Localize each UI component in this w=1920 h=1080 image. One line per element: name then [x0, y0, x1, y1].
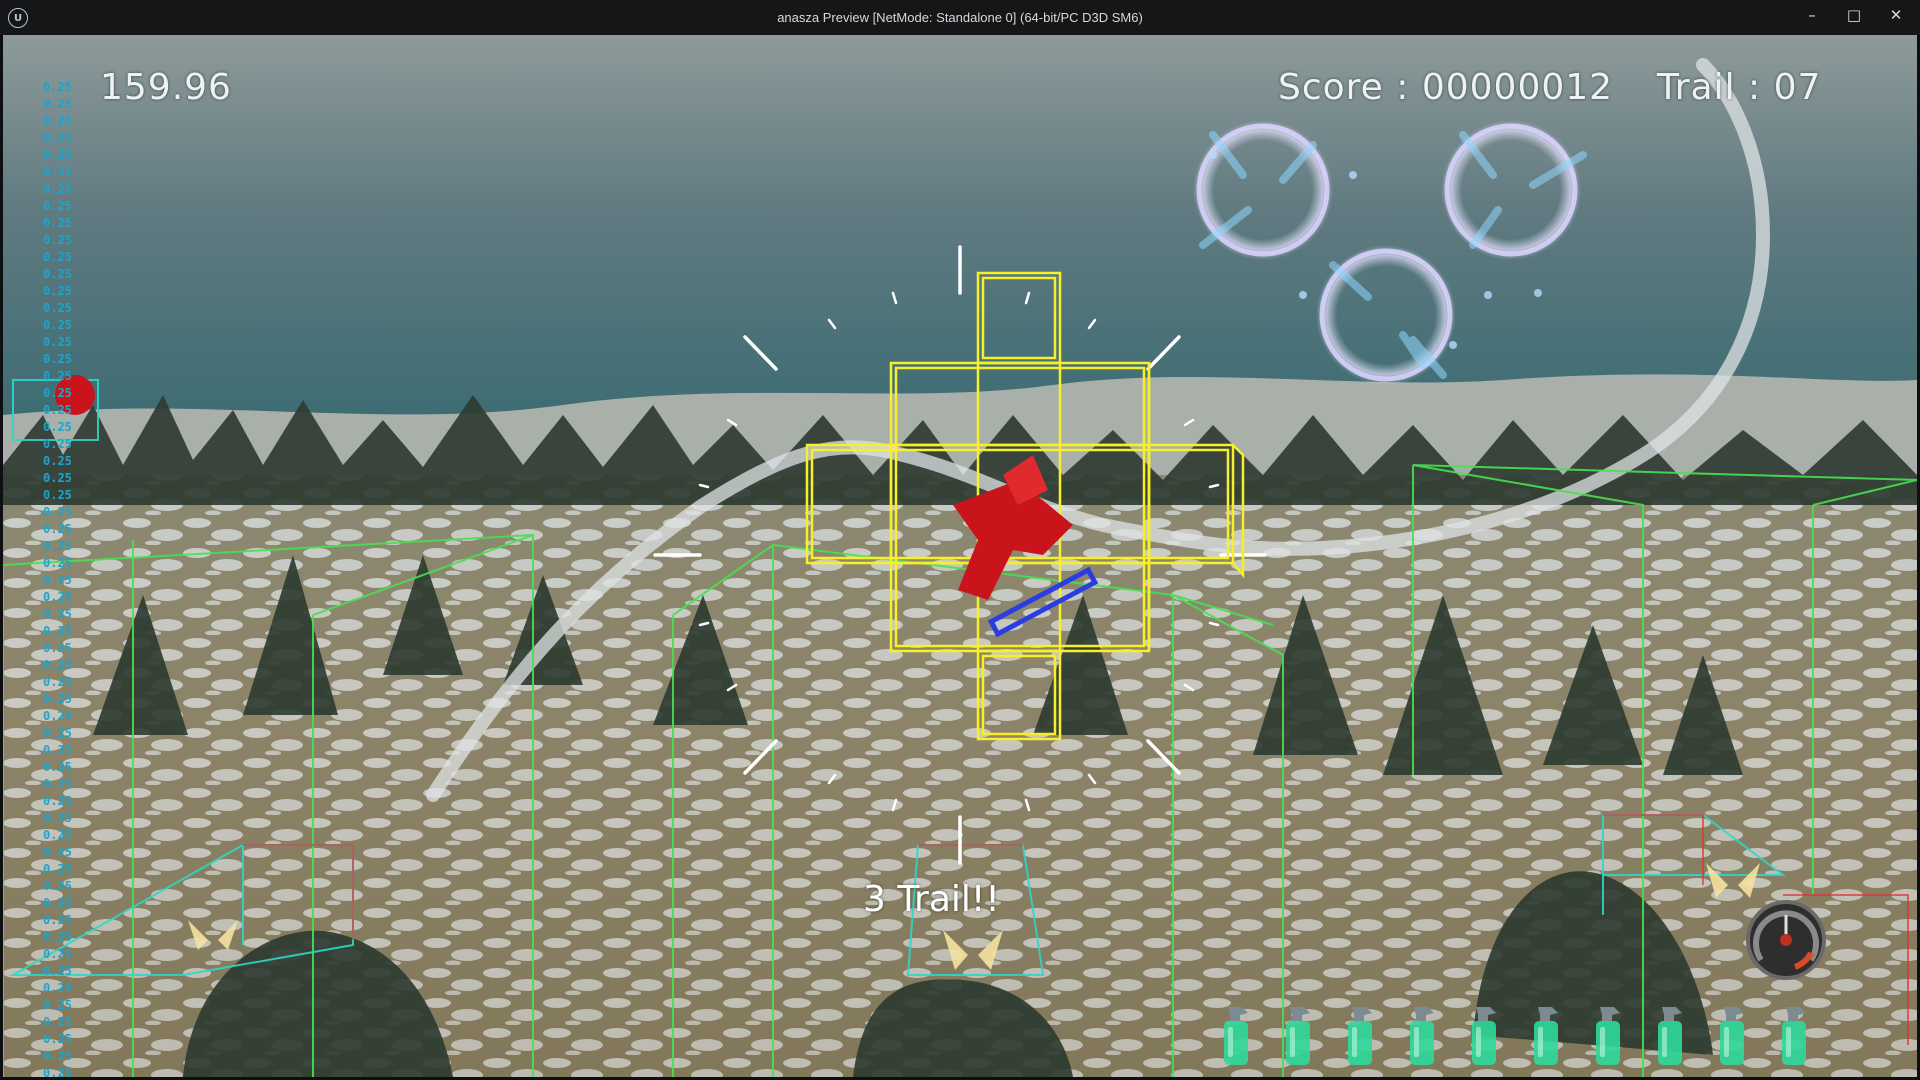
spray-bottle-icon: [1714, 1003, 1750, 1067]
debug-value: 0.25: [43, 1066, 72, 1077]
spray-bottle-icon: [1342, 1003, 1378, 1067]
spray-bottle-icon: [1590, 1003, 1626, 1067]
debug-value: 0.25: [43, 964, 72, 978]
debug-value: 0.25: [43, 369, 72, 383]
debug-value: 0.25: [43, 454, 72, 468]
debug-value: 0.25: [43, 250, 72, 264]
debug-value: 0.25: [43, 624, 72, 638]
debug-value: 0.25: [43, 488, 72, 502]
spray-bottle-icon: [1404, 1003, 1440, 1067]
window-titlebar: U anasza Preview [NetMode: Standalone 0]…: [0, 0, 1920, 35]
debug-value: 0.25: [43, 556, 72, 570]
debug-value: 0.25: [43, 845, 72, 859]
debug-value: 0.25: [43, 505, 72, 519]
debug-value: 0.25: [43, 692, 72, 706]
debug-value: 0.25: [43, 420, 72, 434]
debug-value: 0.25: [43, 233, 72, 247]
debug-value: 0.25: [43, 318, 72, 332]
debug-value: 0.25: [43, 148, 72, 162]
glow-ring: [1316, 245, 1456, 385]
debug-value: 0.25: [43, 301, 72, 315]
debug-value: 0.25: [43, 80, 72, 94]
debug-value: 0.25: [43, 658, 72, 672]
debug-value: 0.25: [43, 182, 72, 196]
debug-value: 0.25: [43, 913, 72, 927]
debug-value: 0.25: [43, 641, 72, 655]
debug-value: 0.25: [43, 131, 72, 145]
debug-value: 0.25: [43, 709, 72, 723]
debug-value: 0.25: [43, 522, 72, 536]
debug-value: 0.25: [43, 862, 72, 876]
debug-value: 0.25: [43, 743, 72, 757]
debug-value: 0.25: [43, 335, 72, 349]
debug-value: 0.25: [43, 607, 72, 621]
close-button[interactable]: ✕: [1874, 0, 1918, 30]
debug-value: 0.25: [43, 199, 72, 213]
debug-value: 0.25: [43, 675, 72, 689]
spray-bottle-icon: [1652, 1003, 1688, 1067]
debug-value: 0.25: [43, 726, 72, 740]
debug-value: 0.25: [43, 947, 72, 961]
glow-ring: [1193, 120, 1333, 260]
spray-bottle-icon: [1218, 1003, 1254, 1067]
minimize-button[interactable]: –: [1790, 0, 1834, 30]
window-title: anasza Preview [NetMode: Standalone 0] (…: [777, 10, 1143, 25]
debug-value: 0.25: [43, 981, 72, 995]
spray-bottle-icon: [1776, 1003, 1812, 1067]
spray-bottle-icon: [1280, 1003, 1316, 1067]
trail-counter: Trail : 07: [1657, 67, 1822, 108]
debug-value: 0.25: [43, 352, 72, 366]
trail-combo-popup: 3 Trail!!: [863, 879, 1000, 920]
debug-values-column: 0.25 0.25 0.25 0.25 0.25 0.25 0.25 0.25 0.25 0.25…: [43, 79, 77, 1077]
timer-readout: 159.96: [100, 67, 232, 108]
debug-value: 0.25: [43, 1032, 72, 1046]
speed-gauge-icon: [1746, 900, 1826, 980]
debug-value: 0.25: [43, 267, 72, 281]
debug-value: 0.25: [43, 403, 72, 417]
spray-bottle-icon: [1528, 1003, 1564, 1067]
debug-value: 0.25: [43, 97, 72, 111]
debug-value: 0.25: [43, 284, 72, 298]
debug-value: 0.25: [43, 794, 72, 808]
debug-value: 0.25: [43, 573, 72, 587]
debug-value: 0.25: [43, 386, 72, 400]
debug-value: 0.25: [43, 777, 72, 791]
game-viewport[interactable]: 0.25 0.25 0.25 0.25 0.25 0.25 0.25 0.25 0.25 0.25…: [3, 35, 1917, 1077]
debug-value: 0.25: [43, 879, 72, 893]
maximize-button[interactable]: □: [1832, 0, 1876, 30]
debug-value: 0.25: [43, 760, 72, 774]
debug-value: 0.25: [43, 828, 72, 842]
game-scene: [3, 35, 1917, 1077]
score-readout: Score : 00000012: [1278, 67, 1614, 108]
debug-value: 0.25: [43, 471, 72, 485]
spray-bottle-icon: [1466, 1003, 1502, 1067]
debug-value: 0.25: [43, 437, 72, 451]
debug-value: 0.25: [43, 539, 72, 553]
debug-value: 0.25: [43, 1015, 72, 1029]
debug-value: 0.25: [43, 216, 72, 230]
debug-value: 0.25: [43, 590, 72, 604]
debug-value: 0.25: [43, 930, 72, 944]
debug-value: 0.25: [43, 811, 72, 825]
debug-value: 0.25: [43, 896, 72, 910]
debug-value: 0.25: [43, 998, 72, 1012]
debug-value: 0.25: [43, 165, 72, 179]
debug-value: 0.25: [43, 114, 72, 128]
debug-value: 0.25: [43, 1049, 72, 1063]
